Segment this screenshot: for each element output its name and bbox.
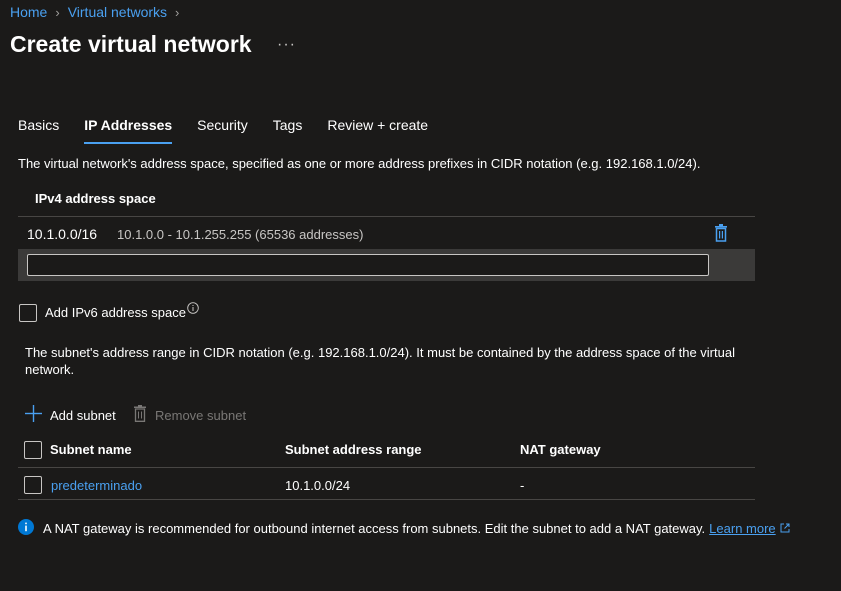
page-title: Create virtual network [10, 31, 252, 57]
address-range: 10.1.0.0 - 10.1.255.255 (65536 addresses… [117, 227, 364, 242]
ipv4-address-space-header: IPv4 address space [35, 191, 156, 206]
breadcrumb: Home › Virtual networks › [10, 4, 187, 20]
subnet-name-link[interactable]: predeterminado [51, 478, 142, 493]
more-options-icon[interactable]: ··· [277, 36, 296, 54]
delete-address-icon[interactable] [713, 224, 729, 242]
nat-info-text: A NAT gateway is recommended for outboun… [43, 521, 706, 536]
chevron-right-icon: › [175, 4, 180, 20]
tab-review-create[interactable]: Review + create [327, 117, 428, 144]
subnet-range: 10.1.0.0/24 [285, 478, 351, 493]
tab-bar: Basics IP Addresses Security Tags Review… [18, 117, 453, 144]
subnet-nat: - [520, 478, 525, 493]
remove-subnet-label: Remove subnet [155, 407, 247, 423]
tab-tags[interactable]: Tags [273, 117, 303, 144]
table-row-checkbox[interactable] [24, 476, 42, 494]
column-header-subnet-name[interactable]: Subnet name [50, 442, 132, 457]
divider [18, 467, 755, 468]
breadcrumb-home-link[interactable]: Home [10, 4, 47, 20]
add-subnet-label: Add subnet [50, 407, 116, 423]
add-ipv6-checkbox[interactable] [19, 304, 37, 322]
info-icon[interactable] [187, 302, 199, 314]
add-subnet-button[interactable]: Add subnet [25, 405, 116, 425]
remove-subnet-button[interactable]: Remove subnet [133, 405, 246, 425]
learn-more-link[interactable]: Learn more [709, 521, 775, 536]
tab-ip-addresses[interactable]: IP Addresses [84, 117, 173, 144]
select-all-checkbox[interactable] [24, 441, 42, 459]
tab-basics[interactable]: Basics [18, 117, 59, 144]
tab-security[interactable]: Security [197, 117, 248, 144]
trash-icon [133, 405, 147, 425]
new-address-space-input[interactable] [27, 254, 709, 276]
address-cidr: 10.1.0.0/16 [27, 226, 98, 242]
breadcrumb-virtual-networks-link[interactable]: Virtual networks [68, 4, 167, 20]
divider [18, 499, 755, 500]
column-header-nat-gateway[interactable]: NAT gateway [520, 442, 601, 457]
nat-info-bar: A NAT gateway is recommended for outboun… [18, 519, 790, 538]
subnet-description: The subnet's address range in CIDR notat… [25, 345, 735, 377]
column-header-address-range[interactable]: Subnet address range [285, 442, 422, 457]
new-address-row [18, 249, 755, 281]
chevron-right-icon: › [55, 4, 60, 20]
info-circle-icon [18, 519, 34, 538]
address-space-description: The virtual network's address space, spe… [18, 156, 701, 171]
add-ipv6-label: Add IPv6 address space [45, 305, 186, 320]
plus-icon [25, 405, 42, 425]
external-link-icon [780, 521, 790, 536]
